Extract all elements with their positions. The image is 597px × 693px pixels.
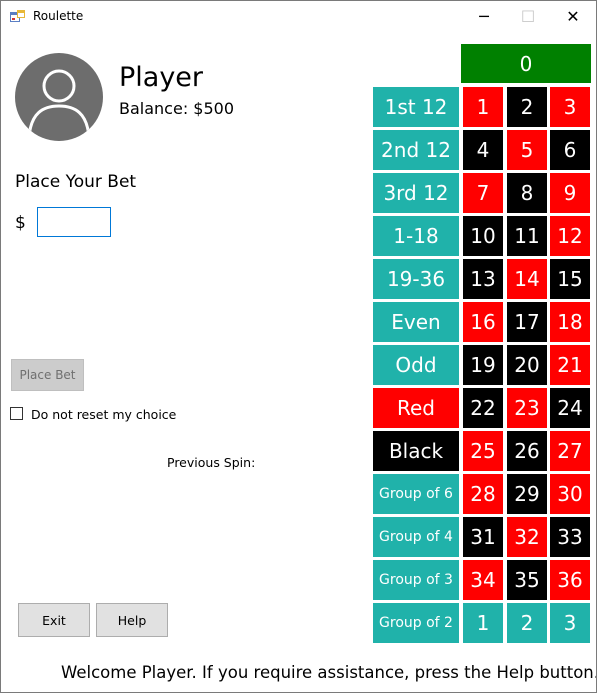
bet-red-button[interactable]: Red bbox=[373, 388, 459, 428]
number-cell-12[interactable]: 12 bbox=[550, 216, 590, 256]
number-cell-25[interactable]: 25 bbox=[463, 431, 503, 471]
bet-group-of-3-button[interactable]: Group of 3 bbox=[373, 560, 459, 600]
maximize-button[interactable]: ☐ bbox=[505, 1, 551, 32]
number-cell-29[interactable]: 29 bbox=[507, 474, 547, 514]
player-name: Player bbox=[119, 62, 204, 93]
number-cell-9[interactable]: 9 bbox=[550, 173, 590, 213]
number-cell-15[interactable]: 15 bbox=[550, 259, 590, 299]
close-button[interactable]: ✕ bbox=[550, 1, 596, 32]
bet-odd-button[interactable]: Odd bbox=[373, 345, 459, 385]
player-avatar-icon bbox=[15, 53, 103, 141]
reset-choice-label[interactable]: Do not reset my choice bbox=[31, 407, 176, 422]
number-cell-31[interactable]: 31 bbox=[463, 517, 503, 557]
number-cell-21[interactable]: 21 bbox=[550, 345, 590, 385]
number-cell-23[interactable]: 23 bbox=[507, 388, 547, 428]
number-cell-7[interactable]: 7 bbox=[463, 173, 503, 213]
number-cell-13[interactable]: 13 bbox=[463, 259, 503, 299]
number-cell-4[interactable]: 4 bbox=[463, 130, 503, 170]
bet-2nd-12-button[interactable]: 2nd 12 bbox=[373, 130, 459, 170]
bet-prompt: Place Your Bet bbox=[15, 172, 137, 192]
minimize-button[interactable]: ─ bbox=[461, 1, 507, 32]
number-cell-24[interactable]: 24 bbox=[550, 388, 590, 428]
number-cell-36[interactable]: 36 bbox=[550, 560, 590, 600]
bet-19-36-button[interactable]: 19-36 bbox=[373, 259, 459, 299]
number-cell-27[interactable]: 27 bbox=[550, 431, 590, 471]
bet-even-button[interactable]: Even bbox=[373, 302, 459, 342]
bet-group-of-6-button[interactable]: Group of 6 bbox=[373, 474, 459, 514]
number-cell-18[interactable]: 18 bbox=[550, 302, 590, 342]
number-cell-35[interactable]: 35 bbox=[507, 560, 547, 600]
zero-cell[interactable]: 0 bbox=[461, 44, 591, 83]
bet-1-18-button[interactable]: 1-18 bbox=[373, 216, 459, 256]
window-title: Roulette bbox=[33, 9, 84, 23]
number-cell-33[interactable]: 33 bbox=[550, 517, 590, 557]
bet-black-button[interactable]: Black bbox=[373, 431, 459, 471]
number-cell-11[interactable]: 11 bbox=[507, 216, 547, 256]
number-cell-30[interactable]: 30 bbox=[550, 474, 590, 514]
app-icon bbox=[10, 9, 26, 23]
help-button[interactable]: Help bbox=[96, 603, 168, 637]
number-cell-1[interactable]: 1 bbox=[463, 603, 503, 643]
number-cell-22[interactable]: 22 bbox=[463, 388, 503, 428]
roulette-window: Roulette ─ ☐ ✕ Player Balance: $500 Plac… bbox=[0, 0, 597, 693]
bet-group-of-4-button[interactable]: Group of 4 bbox=[373, 517, 459, 557]
bet-amount-input[interactable] bbox=[37, 207, 111, 237]
number-cell-10[interactable]: 10 bbox=[463, 216, 503, 256]
number-cell-28[interactable]: 28 bbox=[463, 474, 503, 514]
bet-1st-12-button[interactable]: 1st 12 bbox=[373, 87, 459, 127]
number-cell-3[interactable]: 3 bbox=[550, 603, 590, 643]
number-cell-3[interactable]: 3 bbox=[550, 87, 590, 127]
previous-spin-label: Previous Spin: bbox=[167, 455, 256, 470]
number-cell-19[interactable]: 19 bbox=[463, 345, 503, 385]
number-cell-20[interactable]: 20 bbox=[507, 345, 547, 385]
number-cell-8[interactable]: 8 bbox=[507, 173, 547, 213]
number-cell-34[interactable]: 34 bbox=[463, 560, 503, 600]
title-bar: Roulette ─ ☐ ✕ bbox=[1, 1, 596, 32]
number-cell-5[interactable]: 5 bbox=[507, 130, 547, 170]
number-cell-17[interactable]: 17 bbox=[507, 302, 547, 342]
number-cell-2[interactable]: 2 bbox=[507, 87, 547, 127]
place-bet-button[interactable]: Place Bet bbox=[11, 359, 84, 391]
balance-label: Balance: $500 bbox=[119, 99, 235, 118]
number-cell-16[interactable]: 16 bbox=[463, 302, 503, 342]
number-cell-2[interactable]: 2 bbox=[507, 603, 547, 643]
bet-3rd-12-button[interactable]: 3rd 12 bbox=[373, 173, 459, 213]
number-cell-32[interactable]: 32 bbox=[507, 517, 547, 557]
number-cell-1[interactable]: 1 bbox=[463, 87, 503, 127]
reset-choice-checkbox[interactable] bbox=[10, 407, 23, 420]
status-message: Welcome Player. If you require assistanc… bbox=[61, 663, 597, 682]
number-cell-6[interactable]: 6 bbox=[550, 130, 590, 170]
number-cell-26[interactable]: 26 bbox=[507, 431, 547, 471]
bet-group-of-2-button[interactable]: Group of 2 bbox=[373, 603, 459, 643]
currency-symbol: $ bbox=[15, 213, 26, 233]
number-cell-14[interactable]: 14 bbox=[507, 259, 547, 299]
exit-button[interactable]: Exit bbox=[18, 603, 90, 637]
